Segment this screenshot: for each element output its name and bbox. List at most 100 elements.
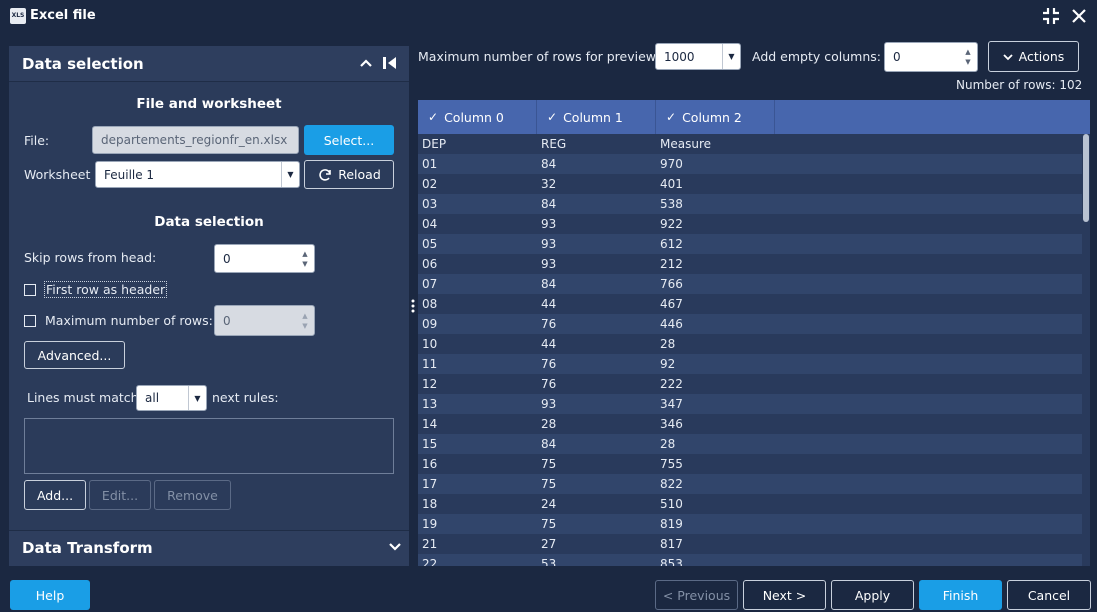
table-cell: 75 [541,457,557,471]
dropdown-arrow-icon[interactable]: ▼ [722,44,740,69]
column-header[interactable]: ✓ Column 0 [418,100,537,134]
table-cell: 93 [541,397,557,411]
excel-file-icon: XLS [10,8,26,24]
table-cell: 18 [422,497,438,511]
table-cell: 853 [660,557,683,566]
apply-button[interactable]: Apply [831,580,914,610]
skip-rows-spinbox[interactable]: 0 ▲ ▼ [214,244,315,273]
table-cell: 822 [660,477,683,491]
table-row[interactable]: 16 75 755 [418,454,1082,474]
help-button[interactable]: Help [10,580,90,610]
chevron-down-icon[interactable] [388,540,402,554]
table-row[interactable]: 22 53 853 [418,554,1082,566]
worksheet-label: Worksheet [24,167,91,182]
table-cell: 09 [422,317,438,331]
previous-button: < Previous [655,580,738,610]
rules-list[interactable] [24,418,394,474]
remove-rule-button: Remove [154,480,231,510]
table-row[interactable]: 05 93 612 [418,234,1082,254]
finish-button[interactable]: Finish [919,580,1002,610]
column-header[interactable]: ✓ Column 2 [656,100,775,134]
table-row[interactable]: 09 76 446 [418,314,1082,334]
collapse-window-icon[interactable] [1040,5,1062,27]
table-row[interactable]: DEP REG Measure [418,134,1082,154]
checkmark-icon[interactable]: ✓ [666,110,676,124]
spin-arrows-icon[interactable]: ▲ ▼ [296,245,314,272]
close-icon[interactable] [1068,5,1090,27]
table-row[interactable]: 19 75 819 [418,514,1082,534]
cancel-button[interactable]: Cancel [1007,580,1091,610]
table-row[interactable]: 15 84 28 [418,434,1082,454]
actions-button[interactable]: Actions [988,41,1079,72]
max-rows-checkbox[interactable] [24,315,36,327]
table-row[interactable]: 12 76 222 [418,374,1082,394]
table-row[interactable]: 21 27 817 [418,534,1082,554]
table-cell: 346 [660,417,683,431]
table-cell: 84 [541,197,557,211]
table-cell: 22 [422,557,438,566]
table-cell: 755 [660,457,683,471]
chevron-up-icon[interactable] [359,56,373,70]
table-cell: 02 [422,177,438,191]
title-bar [0,0,1097,32]
table-cell: 75 [541,477,557,491]
dock-panel-icon[interactable] [382,55,398,71]
lines-match-select[interactable]: all ▼ [136,385,207,411]
table-cell: 16 [422,457,438,471]
checkmark-icon[interactable]: ✓ [547,110,557,124]
table-cell: 446 [660,317,683,331]
table-row[interactable]: 07 84 766 [418,274,1082,294]
spin-arrows-icon[interactable]: ▲ ▼ [959,43,977,71]
table-row[interactable]: 17 75 822 [418,474,1082,494]
checkmark-icon[interactable]: ✓ [428,110,438,124]
table-cell: 28 [660,337,676,351]
add-rule-button[interactable]: Add... [24,480,86,510]
table-cell: 93 [541,257,557,271]
table-row[interactable]: 11 76 92 [418,354,1082,374]
table-row[interactable]: 04 93 922 [418,214,1082,234]
table-row[interactable]: 10 44 28 [418,334,1082,354]
table-cell: 817 [660,537,683,551]
next-button[interactable]: Next > [743,580,826,610]
reload-button[interactable]: Reload [304,160,394,189]
splitter-handle-icon[interactable] [411,298,415,314]
table-cell: 84 [541,437,557,451]
chevron-down-icon [1003,53,1013,60]
max-rows-label: Maximum number of rows: [45,313,213,328]
table-cell: 76 [541,357,557,371]
first-row-header-label[interactable]: First row as header [44,281,168,298]
table-row[interactable]: 18 24 510 [418,494,1082,514]
table-cell: 212 [660,257,683,271]
select-file-button[interactable]: Select... [304,125,394,155]
window-title: Excel file [30,8,96,23]
table-row[interactable]: 08 44 467 [418,294,1082,314]
advanced-button[interactable]: Advanced... [24,341,125,369]
table-row[interactable]: 14 28 346 [418,414,1082,434]
preview-table[interactable]: ✓ Column 0 ✓ Column 1 ✓ Column 2 DEP REG M… [418,100,1090,566]
column-header[interactable]: ✓ Column 1 [537,100,656,134]
table-row[interactable]: 01 84 970 [418,154,1082,174]
table-cell: 14 [422,417,438,431]
worksheet-select[interactable]: Feuille 1 ▼ [95,161,300,188]
first-row-header-checkbox[interactable] [24,284,36,296]
table-cell: 84 [541,277,557,291]
table-row[interactable]: 02 32 401 [418,174,1082,194]
table-cell: Measure [660,137,711,151]
table-cell: 17 [422,477,438,491]
table-cell: 222 [660,377,683,391]
table-row[interactable]: 03 84 538 [418,194,1082,214]
add-empty-columns-spinbox[interactable]: 0 ▲ ▼ [884,42,978,72]
preview-rows-select[interactable]: 1000 ▼ [655,43,741,70]
spin-arrows-icon: ▲ ▼ [302,311,308,330]
dropdown-arrow-icon[interactable]: ▼ [188,386,206,410]
table-row[interactable]: 13 93 347 [418,394,1082,414]
file-path-field: departements_regionfr_en.xlsx [92,126,299,154]
table-body: DEP REG Measure 01 84 970 02 32 401 03 84 538 04 93 92… [418,134,1082,566]
preview-rows-label: Maximum number of rows for preview: [418,49,660,64]
row-count-text: Number of rows: 102 [956,78,1083,92]
table-cell: REG [541,137,567,151]
dropdown-arrow-icon[interactable]: ▼ [281,162,299,187]
table-cell: 510 [660,497,683,511]
table-scrollbar[interactable] [1083,134,1089,222]
table-row[interactable]: 06 93 212 [418,254,1082,274]
